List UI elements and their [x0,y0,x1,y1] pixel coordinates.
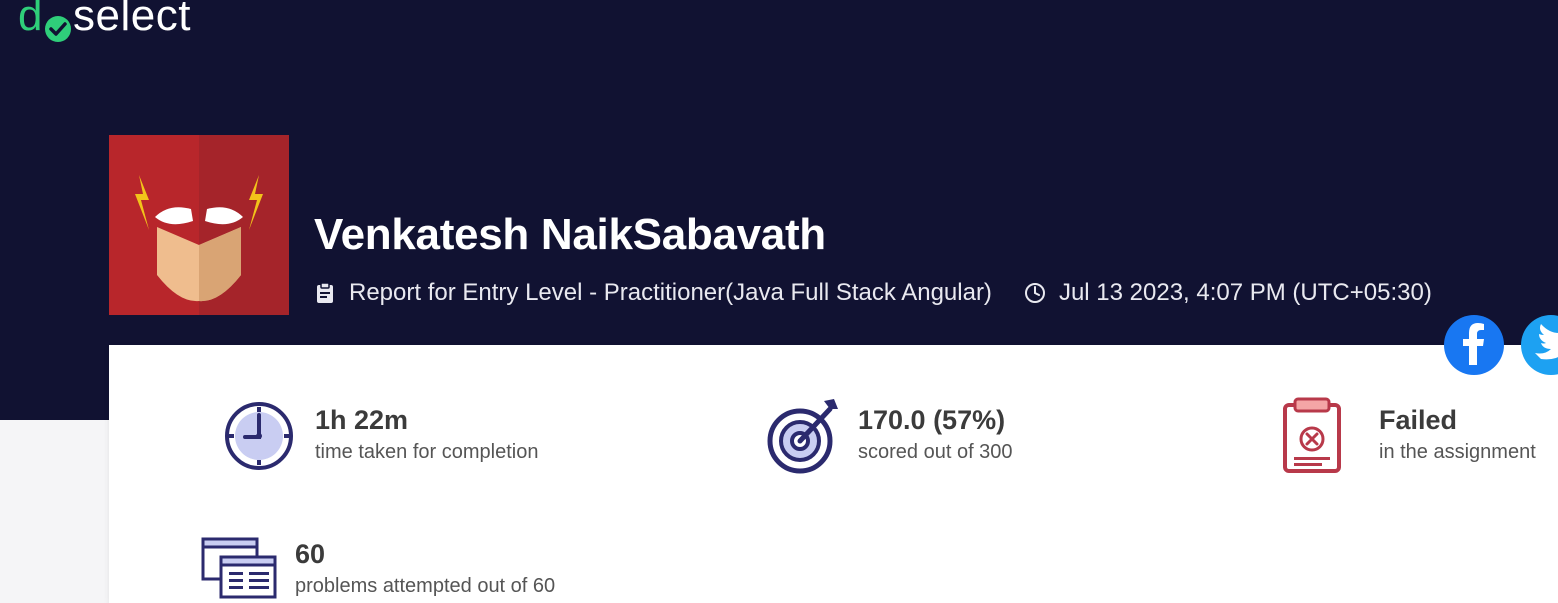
logo-check-icon [44,4,72,42]
windows-icon [201,537,277,603]
time-value: 1h 22m [315,405,409,435]
time-label: time taken for completion [315,441,539,463]
stat-problems: 60 problems attempted out of 60 [201,537,555,603]
report-timestamp: Jul 13 2023, 4:07 PM (UTC+05:30) [1058,279,1432,306]
report-meta: Report for Entry Level - Practitioner(Ja… [314,277,1432,309]
twitter-share-button[interactable] [1521,315,1558,375]
target-icon [764,395,838,474]
doselect-logo[interactable]: d select [18,0,191,46]
facebook-share-button[interactable] [1444,315,1504,375]
report-title: Report for Entry Level - Practitioner(Ja… [349,279,992,306]
twitter-icon [1521,313,1558,378]
stat-result: Failed in the assignment [1281,395,1536,473]
score-label: scored out of 300 [858,441,1013,463]
stopwatch-icon [223,401,297,475]
failed-clipboard-icon [1281,395,1355,473]
avatar [109,135,289,315]
candidate-name: Venkatesh NaikSabavath [314,210,826,259]
summary-card: 1h 22m time taken for completion 170.0 (… [109,345,1558,603]
score-value: 170.0 (57%) [858,405,1006,435]
facebook-icon [1444,313,1504,378]
clipboard-icon [314,282,336,304]
problems-value: 60 [295,539,326,569]
result-label: in the assignment [1379,441,1536,463]
clock-icon [1024,282,1046,304]
result-value: Failed [1379,405,1458,435]
stat-time: 1h 22m time taken for completion [223,401,538,475]
stat-score: 170.0 (57%) scored out of 300 [764,395,1013,474]
problems-label: problems attempted out of 60 [295,575,556,597]
